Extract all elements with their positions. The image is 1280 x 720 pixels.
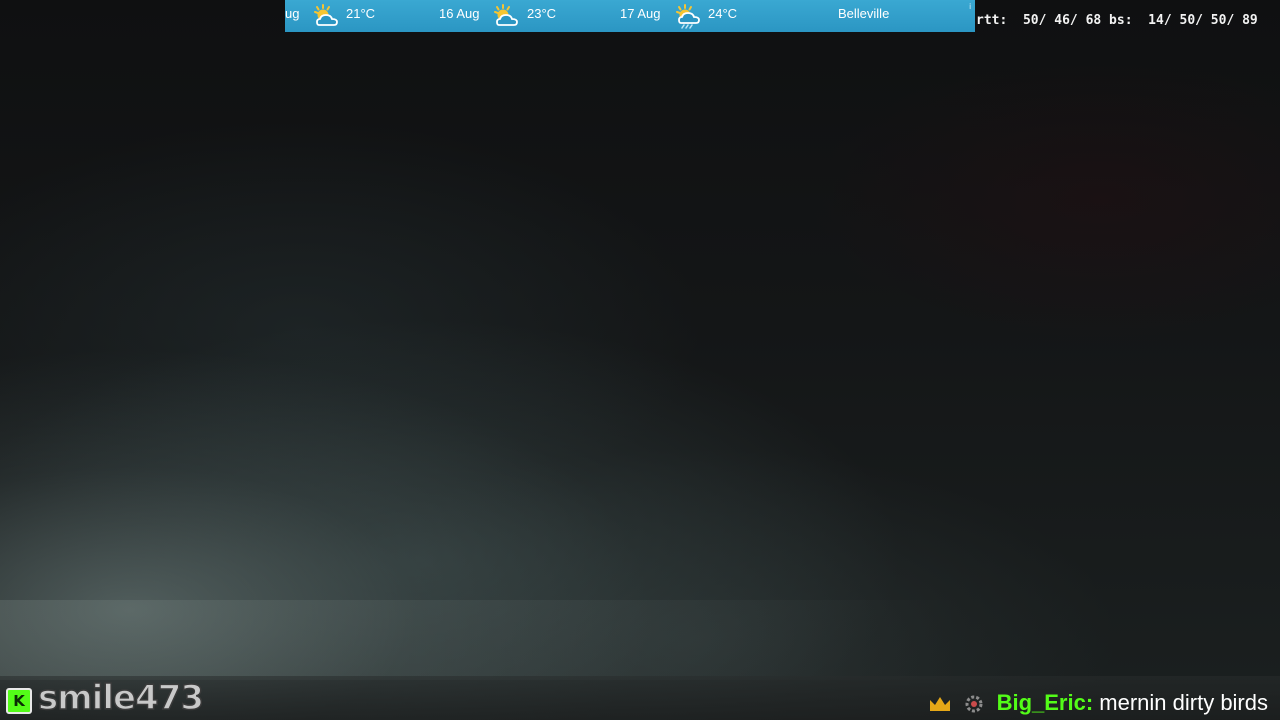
sun-cloud-rain-icon [676,4,700,29]
weather-temp-2: 23°C [527,6,557,21]
fog-overlay [0,600,1280,680]
weather-date-2: 16 Aug [439,6,480,21]
kick-logo-icon: K [6,688,32,714]
chat-message: Big_Eric: mernin dirty birds [928,688,1268,718]
weather-temp-1: 21°C [346,6,376,21]
kick-logo-glyph: K [13,692,25,710]
weather-date-1: ug [285,6,300,21]
chat-text: mernin dirty birds [1099,690,1268,715]
sun-cloud-icon [494,4,518,26]
weather-date-3: 17 Aug [620,6,661,21]
video-stage: ug 21°C 16 Aug 23°C 17 Aug 24°C Bellevil… [0,0,1280,720]
channel-name: smile473 [37,677,205,719]
crown-icon [930,697,951,712]
weather-temp-3: 24°C [708,6,738,21]
info-icon[interactable]: i [969,3,971,11]
sun-cloud-icon [314,4,338,26]
gear-badge-icon [965,695,983,713]
weather-ticker: ug 21°C 16 Aug 23°C 17 Aug 24°C Bellevil… [285,0,975,32]
network-stats: rtt: 50/ 46/ 68 bs: 14/ 50/ 50/ 89 [976,13,1258,28]
weather-location: Belleville [838,6,890,21]
chat-username[interactable]: Big_Eric: [997,690,1094,715]
